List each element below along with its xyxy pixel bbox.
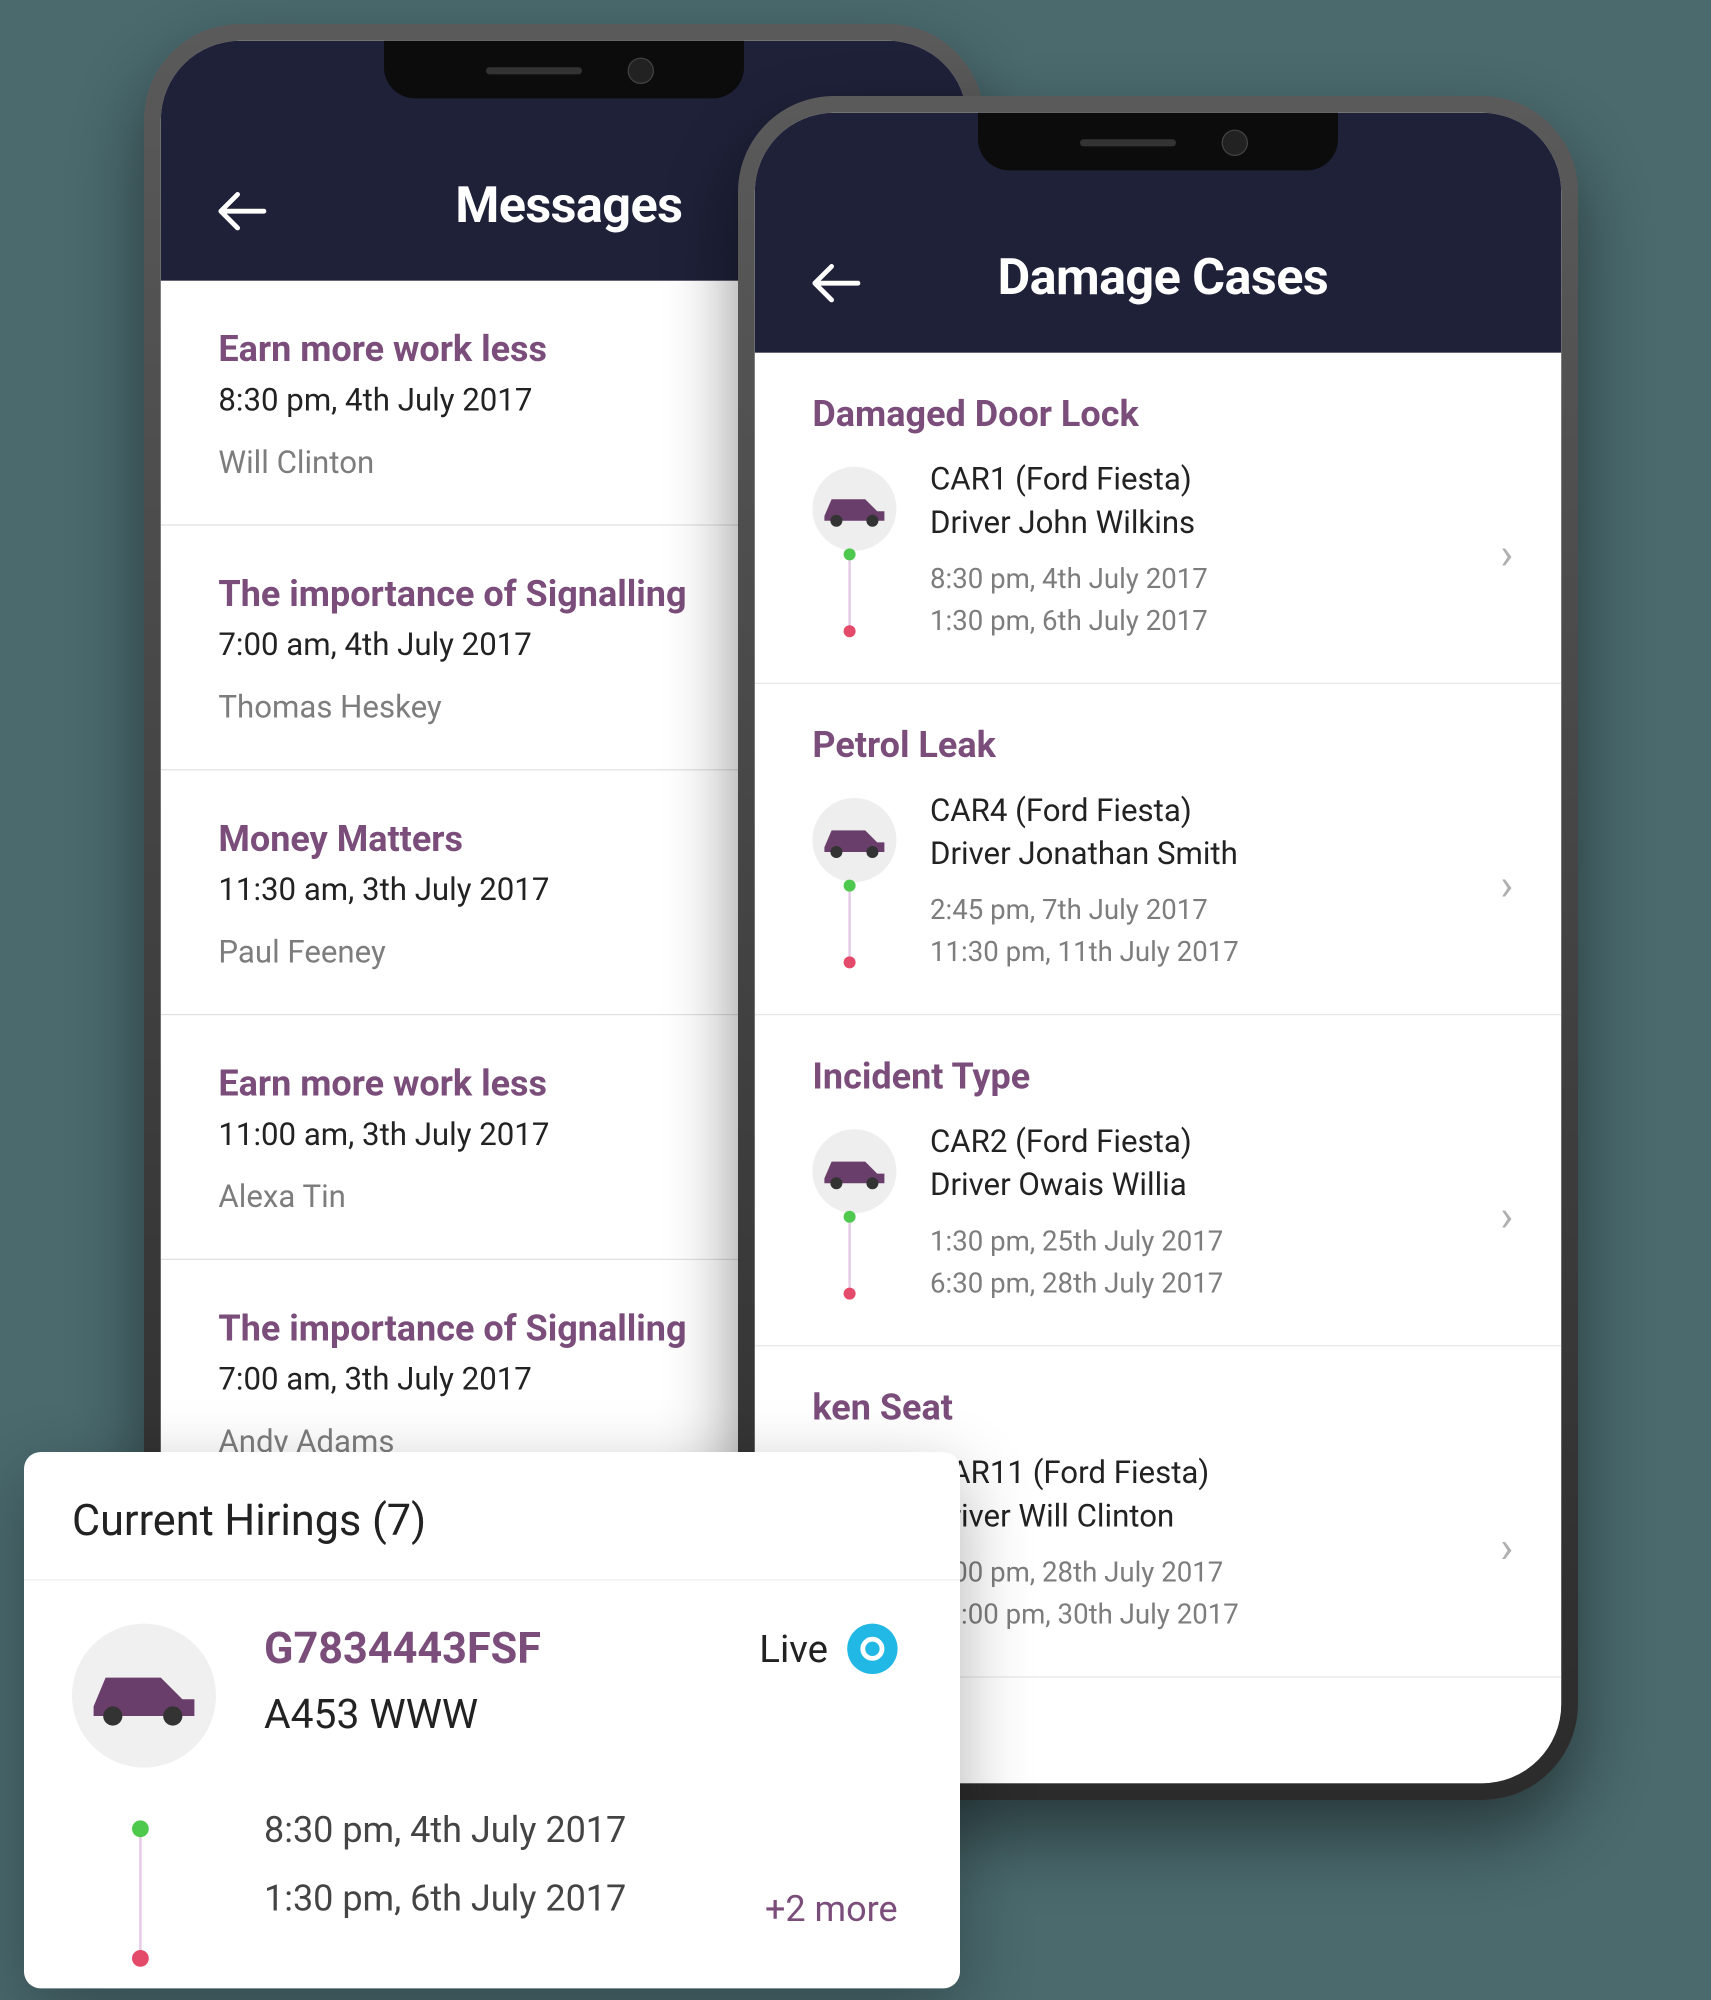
damage-item-title: Incident Type [812,1056,1525,1098]
hirings-end-time: 1:30 pm, 6th July 2017 [264,1865,626,1933]
damage-car: CAR1 (Ford Fiesta) [930,462,1500,498]
chevron-right-icon[interactable]: › [1500,860,1525,910]
damage-start: 8:30 pm, 4th July 2017 [930,563,1500,595]
phone-notch [978,113,1338,171]
damage-car: CAR2 (Ford Fiesta) [930,1124,1500,1160]
hirings-title: Current Hirings (7) [24,1495,960,1580]
current-hirings-card[interactable]: Current Hirings (7) G7834443FSF A453 WWW… [24,1452,960,1988]
damage-car: CAR4 (Ford Fiesta) [930,793,1500,829]
phone-notch [384,41,744,99]
damage-car: CAR11 (Ford Fiesta) [930,1456,1500,1492]
damage-driver: Driver Jonathan Smith [930,836,1500,872]
damage-end: 10:00 pm, 30th July 2017 [930,1598,1500,1630]
damage-item[interactable]: Incident Type CAR2 (Ford Fiesta) Driver … [755,1015,1561,1346]
timeline-icon [139,1828,141,1960]
damage-title: Damage Cases [822,248,1504,307]
live-status-icon [847,1624,897,1674]
live-label: Live [759,1626,828,1672]
timeline-icon [848,884,850,963]
chevron-right-icon[interactable]: › [1500,1523,1525,1573]
damage-end: 6:30 pm, 28th July 2017 [930,1267,1500,1299]
damage-item[interactable]: Petrol Leak CAR4 (Ford Fiesta) Driver Jo… [755,684,1561,1015]
chevron-right-icon[interactable]: › [1500,1192,1525,1242]
hirings-reg: G7834443FSF [264,1624,626,1674]
car-icon [812,798,896,882]
chevron-right-icon[interactable]: › [1500,529,1525,579]
damage-driver: Driver John Wilkins [930,505,1500,541]
damage-end: 1:30 pm, 6th July 2017 [930,605,1500,637]
damage-start: 2:45 pm, 7th July 2017 [930,894,1500,926]
damage-end: 11:30 pm, 11th July 2017 [930,936,1500,968]
damage-start: 2:00 pm, 28th July 2017 [930,1556,1500,1588]
damage-item-title: Damaged Door Lock [812,394,1525,436]
damage-item[interactable]: Damaged Door Lock CAR1 (Ford Fiesta) Dri… [755,353,1561,684]
car-icon [812,1129,896,1213]
hirings-plate: A453 WWW [264,1691,626,1739]
damage-item-title: ken Seat [812,1387,1525,1429]
car-icon [812,467,896,551]
more-link[interactable]: +2 more [765,1889,898,1931]
damage-driver: Driver Owais Willia [930,1168,1500,1204]
timeline-icon [848,553,850,632]
damage-driver: Driver Will Clinton [930,1499,1500,1535]
damage-item-title: Petrol Leak [812,725,1525,767]
car-icon [72,1624,216,1768]
damage-start: 1:30 pm, 25th July 2017 [930,1225,1500,1257]
hirings-start-time: 8:30 pm, 4th July 2017 [264,1796,626,1864]
timeline-icon [848,1216,850,1295]
